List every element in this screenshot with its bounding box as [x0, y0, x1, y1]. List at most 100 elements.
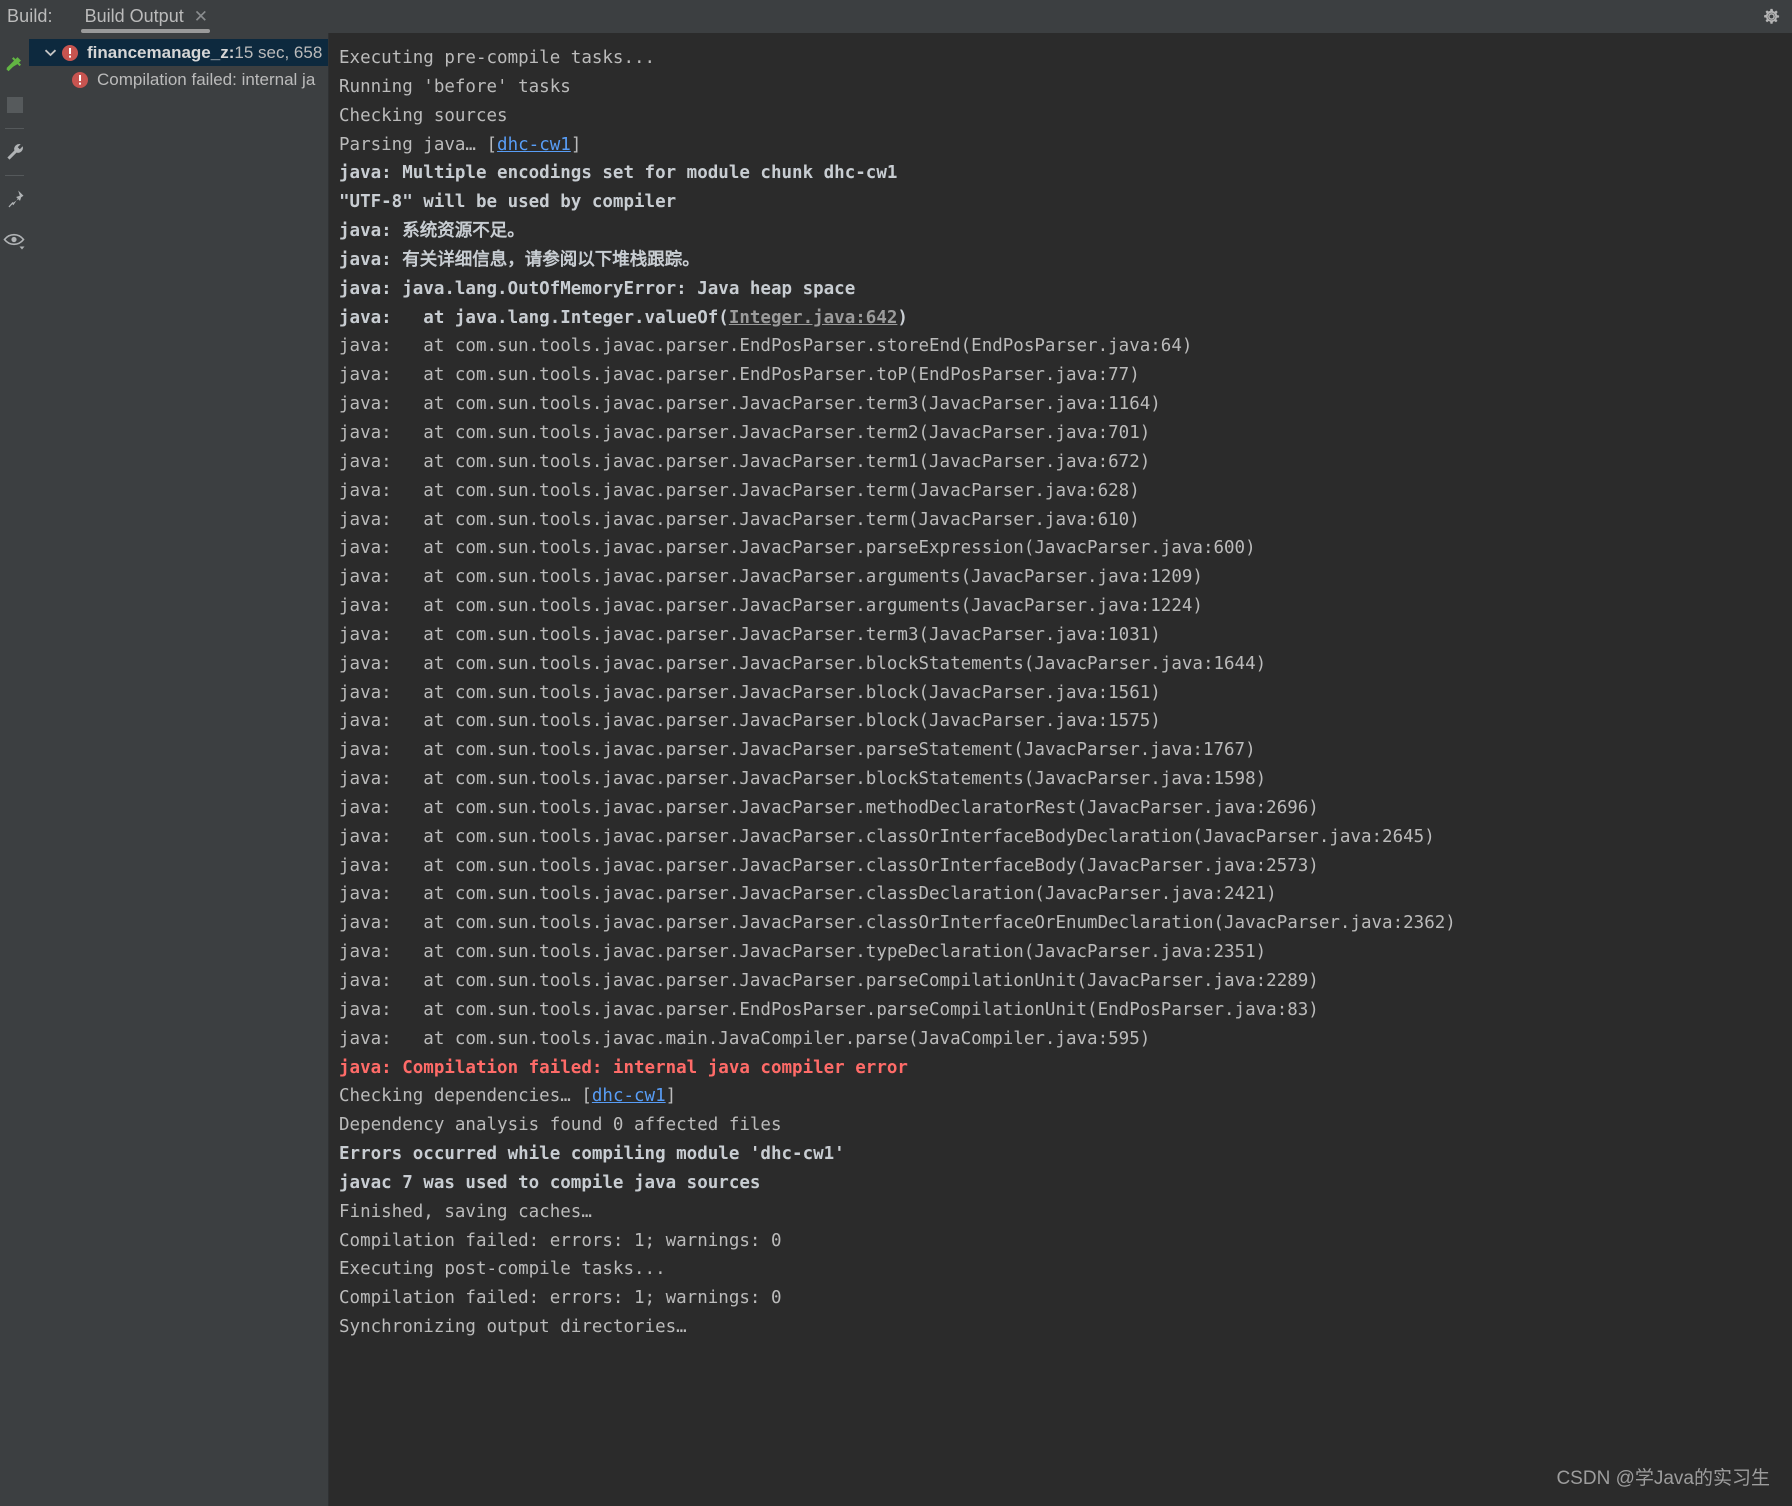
log-line-text: Synchronizing output directories…: [339, 1317, 687, 1338]
log-line-text: Checking dependencies… [: [339, 1086, 592, 1107]
log-line-text: java: at com.sun.tools.javac.parser.Java…: [339, 884, 1277, 905]
log-line: java: 系统资源不足。: [335, 217, 1792, 246]
log-line[interactable]: java: at java.lang.Integer.valueOf(Integ…: [335, 304, 1792, 333]
log-line: Running 'before' tasks: [335, 73, 1792, 102]
log-line-text: java: at com.sun.tools.javac.parser.Java…: [339, 971, 1319, 991]
log-line-text: Errors occurred while compiling module '…: [339, 1144, 845, 1165]
log-line-text: java: at com.sun.tools.javac.parser.EndP…: [339, 999, 1319, 1020]
log-line-text: java: 系统资源不足。: [339, 221, 525, 242]
log-line-text: java: at com.sun.tools.javac.parser.Java…: [339, 913, 1456, 934]
log-line: java: at com.sun.tools.javac.parser.EndP…: [335, 361, 1792, 390]
log-line-text: Executing post-compile tasks...: [339, 1259, 666, 1280]
tree-row[interactable]: financemanage_z: 15 sec, 658 ms: [29, 39, 329, 66]
tree-row-detail: 15 sec, 658 ms: [234, 42, 329, 62]
log-line-text: Checking sources: [339, 105, 508, 126]
log-line: java: at com.sun.tools.javac.parser.Java…: [335, 852, 1792, 881]
build-tool-window: Build: Build Output ✕ financemanage_z: 1…: [0, 0, 1792, 1506]
tree-row[interactable]: Compilation failed: internal ja: [29, 66, 329, 93]
log-line: java: at com.sun.tools.javac.main.JavaCo…: [335, 1025, 1792, 1054]
log-line-text: java: at com.sun.tools.javac.parser.Java…: [339, 624, 1161, 645]
log-line: Compilation failed: errors: 1; warnings:…: [335, 1284, 1792, 1313]
log-line: java: at com.sun.tools.javac.parser.Java…: [335, 448, 1792, 477]
log-line: Executing pre-compile tasks...: [335, 44, 1792, 73]
pin-icon[interactable]: [0, 178, 29, 220]
log-line-text: java: at com.sun.tools.javac.parser.Java…: [339, 942, 1267, 963]
log-line-tail: ): [897, 307, 908, 328]
log-line-text: java: at com.sun.tools.javac.parser.Java…: [339, 451, 1151, 472]
log-line-text: Parsing java… [: [339, 134, 498, 155]
log-line: java: 有关详细信息，请参阅以下堆栈跟踪。: [335, 246, 1792, 275]
log-line-text: java: at com.sun.tools.javac.parser.Java…: [339, 480, 1140, 501]
log-line-text: java: at com.sun.tools.javac.parser.Java…: [339, 797, 1319, 818]
wrench-icon[interactable]: [0, 131, 29, 173]
log-line: java: at com.sun.tools.javac.parser.Java…: [335, 880, 1792, 909]
log-line-text: java: at com.sun.tools.javac.parser.Java…: [339, 826, 1435, 847]
log-line-text: java: at com.sun.tools.javac.parser.Java…: [339, 769, 1267, 790]
log-line-text: java: at com.sun.tools.javac.parser.Java…: [339, 394, 1161, 415]
log-line-text: java: at com.sun.tools.javac.parser.Java…: [339, 567, 1203, 588]
tab-bar: Build Output ✕: [75, 0, 216, 33]
log-line-text: java: at com.sun.tools.javac.parser.Java…: [339, 538, 1256, 559]
log-line-text: java: at com.sun.tools.javac.parser.Java…: [339, 740, 1256, 761]
log-line: java: java.lang.OutOfMemoryError: Java h…: [335, 275, 1792, 304]
log-line-text: java: 有关详细信息，请参阅以下堆栈跟踪。: [339, 249, 700, 270]
tree-row-name: financemanage_z:: [87, 42, 235, 62]
log-line-text: java: Compilation failed: internal java …: [339, 1057, 908, 1078]
tool-window-header: Build: Build Output ✕: [0, 0, 1792, 33]
gear-icon[interactable]: [1760, 6, 1782, 28]
rebuild-icon[interactable]: [0, 42, 29, 84]
toolbar-divider: [5, 128, 24, 129]
log-line[interactable]: Parsing java… [dhc-cw1]: [335, 131, 1792, 160]
log-link[interactable]: Integer.java:642: [729, 308, 898, 328]
tab-build-output[interactable]: Build Output ✕: [75, 0, 216, 33]
log-line-text: Finished, saving caches…: [339, 1201, 592, 1222]
log-line: "UTF-8" will be used by compiler: [335, 188, 1792, 217]
log-line: java: at com.sun.tools.javac.parser.EndP…: [335, 332, 1792, 361]
log-line: java: at com.sun.tools.javac.parser.Java…: [335, 823, 1792, 852]
log-line[interactable]: Checking dependencies… [dhc-cw1]: [335, 1082, 1792, 1111]
log-line: Executing post-compile tasks...: [335, 1255, 1792, 1284]
log-line: java: at com.sun.tools.javac.parser.Java…: [335, 650, 1792, 679]
eye-icon[interactable]: [0, 220, 29, 262]
close-icon[interactable]: ✕: [194, 8, 208, 25]
log-line: javac 7 was used to compile java sources: [335, 1169, 1792, 1198]
build-log: Executing pre-compile tasks... Running 'b…: [335, 44, 1792, 1342]
log-line: Errors occurred while compiling module '…: [335, 1140, 1792, 1169]
log-line-text: Executing pre-compile tasks...: [339, 48, 656, 68]
log-line: java: at com.sun.tools.javac.parser.Java…: [335, 967, 1792, 996]
log-line-text: javac 7 was used to compile java sources: [339, 1172, 761, 1193]
log-line-text: java: Multiple encodings set for module …: [339, 163, 898, 184]
log-line: java: at com.sun.tools.javac.parser.Java…: [335, 477, 1792, 506]
log-link[interactable]: dhc-cw1: [497, 135, 571, 155]
log-line: java: at com.sun.tools.javac.parser.Java…: [335, 794, 1792, 823]
log-line-text: Running 'before' tasks: [339, 76, 571, 97]
log-line-text: Compilation failed: errors: 1; warnings:…: [339, 1230, 782, 1251]
log-line-text: "UTF-8" will be used by compiler: [339, 192, 677, 213]
log-line-text: java: at com.sun.tools.javac.parser.Java…: [339, 711, 1161, 732]
build-label: Build:: [7, 6, 53, 26]
log-line: Compilation failed: errors: 1; warnings:…: [335, 1227, 1792, 1256]
log-line: java: at com.sun.tools.javac.parser.Java…: [335, 592, 1792, 621]
tree-row-detail: Compilation failed: internal ja: [97, 69, 316, 89]
log-link[interactable]: dhc-cw1: [592, 1086, 666, 1106]
log-line-tail: ]: [570, 134, 582, 155]
log-line: Checking sources: [335, 102, 1792, 131]
log-line: java: at com.sun.tools.javac.parser.EndP…: [335, 996, 1792, 1025]
log-line: java: at com.sun.tools.javac.parser.Java…: [335, 390, 1792, 419]
log-line-text: java: at com.sun.tools.javac.parser.Java…: [339, 653, 1267, 674]
log-line: Synchronizing output directories…: [335, 1313, 1792, 1342]
log-line-text: java: at com.sun.tools.javac.parser.EndP…: [339, 365, 1140, 386]
log-line: java: at com.sun.tools.javac.parser.Java…: [335, 506, 1792, 535]
log-line: java: at com.sun.tools.javac.parser.Java…: [335, 679, 1792, 708]
build-output-console[interactable]: Executing pre-compile tasks... Running 'b…: [329, 33, 1792, 1506]
chevron-down-icon[interactable]: [39, 48, 61, 57]
log-line-text: java: at com.sun.tools.javac.parser.EndP…: [339, 336, 1193, 357]
log-line-tail: ]: [665, 1086, 677, 1107]
log-line-text: java: at com.sun.tools.javac.parser.Java…: [339, 422, 1151, 443]
log-line-text: java: java.lang.OutOfMemoryError: Java h…: [339, 278, 856, 299]
build-tree[interactable]: financemanage_z: 15 sec, 658 ms Compilat…: [29, 33, 329, 1506]
stop-icon[interactable]: [0, 84, 29, 126]
log-line: java: at com.sun.tools.javac.parser.Java…: [335, 419, 1792, 448]
log-line: Finished, saving caches…: [335, 1198, 1792, 1227]
log-line-text: Compilation failed: errors: 1; warnings:…: [339, 1288, 782, 1309]
